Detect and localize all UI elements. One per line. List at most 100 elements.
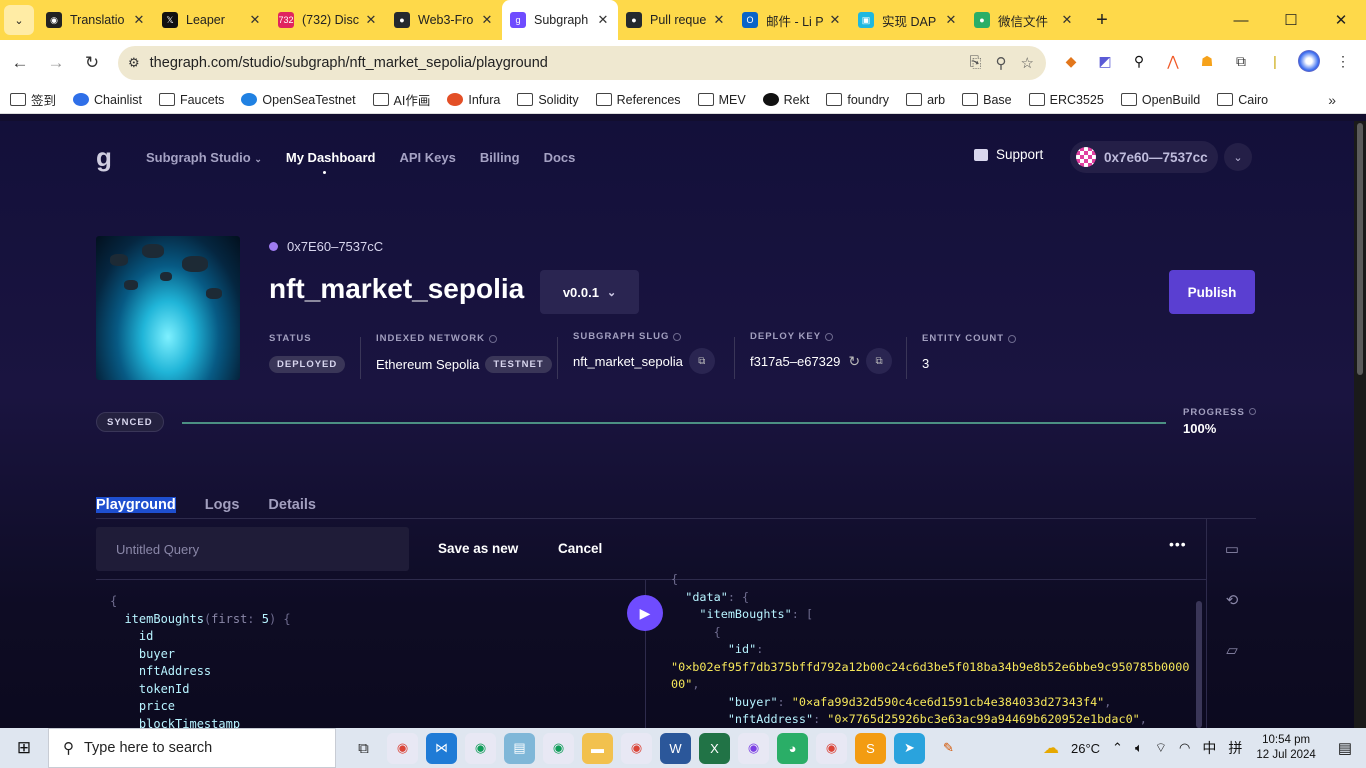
folder-icon[interactable]: ▱ <box>1222 641 1242 661</box>
results-scrollbar[interactable] <box>1196 601 1202 728</box>
tab-close-icon[interactable]: ✕ <box>364 12 378 28</box>
task-view-icon[interactable]: ⧉ <box>348 733 379 764</box>
chrome-icon[interactable]: ◉ <box>816 732 847 764</box>
wifi-icon[interactable]: ◠ <box>1179 740 1190 756</box>
metamask-icon[interactable]: ◆ <box>1060 50 1082 72</box>
chrome-icon[interactable]: ◉ <box>543 732 574 764</box>
tab-logs[interactable]: Logs <box>205 497 240 513</box>
tab-playground[interactable]: Playground <box>96 497 176 513</box>
browser-tab[interactable]: ● Web3-Fro ✕ <box>386 0 502 40</box>
paint-icon[interactable]: ✎ <box>933 732 964 764</box>
maximize-icon[interactable]: ☐ <box>1266 0 1316 40</box>
nav-api-keys[interactable]: API Keys <box>399 150 455 165</box>
clock[interactable]: 10:54 pm 12 Jul 2024 <box>1256 733 1315 763</box>
tab-close-icon[interactable]: ✕ <box>828 12 842 28</box>
bookmark-item[interactable]: MEV <box>697 93 746 107</box>
browser-tab[interactable]: 732 (732) Disc ✕ <box>270 0 386 40</box>
tab-close-icon[interactable]: ✕ <box>712 12 726 28</box>
temperature[interactable]: 26°C <box>1071 741 1100 756</box>
page-scrollbar-thumb[interactable] <box>1357 123 1363 375</box>
browser-tab[interactable]: ◉ Translatio ✕ <box>38 0 154 40</box>
chrome-icon[interactable]: ◉ <box>387 732 418 764</box>
taskbar-search-box[interactable]: ⚲ Type here to search <box>48 728 336 768</box>
bookmark-item[interactable]: References <box>595 93 681 107</box>
regenerate-key-icon[interactable]: ↻ <box>848 353 860 370</box>
bookmarks-overflow-icon[interactable]: » <box>1328 92 1336 108</box>
info-icon[interactable] <box>1248 408 1256 415</box>
volume-icon[interactable]: 🔈︎ <box>1135 740 1143 756</box>
browser-tab[interactable]: 𝕏 Leaper ✕ <box>154 0 270 40</box>
bookmark-item[interactable]: Solidity <box>517 93 579 107</box>
bookmark-item[interactable]: Rekt <box>762 93 809 107</box>
info-icon[interactable] <box>488 334 497 343</box>
bookmark-item[interactable]: Base <box>962 93 1012 107</box>
app-icon[interactable]: ▤ <box>504 732 535 764</box>
bookmark-item[interactable]: OpenSeaTestnet <box>241 93 356 107</box>
site-settings-icon[interactable]: ⚙ <box>128 55 140 71</box>
minimize-icon[interactable]: — <box>1216 0 1266 40</box>
bookmark-item[interactable]: Faucets <box>158 93 224 107</box>
nav-docs[interactable]: Docs <box>544 150 576 165</box>
tab-search-chevron-icon[interactable]: ⌄ <box>4 5 34 35</box>
extension-icon-2[interactable]: ◩ <box>1094 50 1116 72</box>
bookmark-item[interactable]: Infura <box>447 93 500 107</box>
copy-slug-icon[interactable]: ⧉ <box>688 348 715 374</box>
word-icon[interactable]: W <box>660 732 691 764</box>
extensions-puzzle-icon[interactable]: ⧉ <box>1230 50 1252 72</box>
query-editor[interactable]: { itemBoughts(first: 5) { id buyer nftAd… <box>110 593 291 728</box>
save-as-new-button[interactable]: Save as new <box>438 541 518 556</box>
bookmark-item[interactable]: 签到 <box>10 90 56 109</box>
tab-close-icon[interactable]: ✕ <box>1060 12 1074 28</box>
version-select[interactable]: v0.0.1 ⌄ <box>540 270 639 314</box>
info-icon[interactable] <box>825 332 834 341</box>
browser-tab[interactable]: g Subgraph ✕ <box>502 0 618 40</box>
more-options-icon[interactable]: ••• <box>1169 536 1187 552</box>
browser-tab[interactable]: ▣ 实现 DAP ✕ <box>850 0 966 40</box>
query-name-input[interactable]: Untitled Query <box>96 527 409 571</box>
bookmark-item[interactable]: AI作画 <box>372 90 430 109</box>
browser-tab[interactable]: O 邮件 - Li P ✕ <box>734 0 850 40</box>
bookmark-item[interactable]: foundry <box>826 93 889 107</box>
weather-icon[interactable]: ☁ <box>1043 738 1059 758</box>
network-icon[interactable]: ⌔ <box>1155 740 1167 756</box>
back-arrow-icon[interactable]: ← <box>2 45 38 81</box>
browser-tab[interactable]: ● Pull reque ✕ <box>618 0 734 40</box>
chrome-icon[interactable]: ◉ <box>621 732 652 764</box>
telegram-icon[interactable]: ➤ <box>894 732 925 764</box>
extension-icon-5[interactable]: ☗ <box>1196 50 1218 72</box>
chrome-icon[interactable]: ◉ <box>738 732 769 764</box>
close-window-icon[interactable]: ✕ <box>1316 0 1366 40</box>
tray-up-icon[interactable]: ⌃ <box>1112 740 1123 756</box>
info-icon[interactable] <box>1008 334 1017 343</box>
saved-queries-icon[interactable]: ▭ <box>1222 540 1242 560</box>
translate-icon[interactable]: ⎘ <box>970 54 982 72</box>
forward-arrow-icon[interactable]: → <box>38 45 74 81</box>
tab-close-icon[interactable]: ✕ <box>480 12 494 28</box>
bookmark-star-icon[interactable]: ☆ <box>1021 54 1034 72</box>
notifications-icon[interactable]: ▤ <box>1338 739 1352 757</box>
page-scrollbar[interactable] <box>1354 121 1366 728</box>
bookmark-item[interactable]: Cairo <box>1217 93 1268 107</box>
info-icon[interactable] <box>673 332 682 341</box>
extension-icon-3[interactable]: ⚲ <box>1128 50 1150 72</box>
tab-close-icon[interactable]: ✕ <box>944 12 958 28</box>
support-link[interactable]: Support <box>974 147 1043 162</box>
extension-icon-4[interactable]: ⋀ <box>1162 50 1184 72</box>
tab-close-icon[interactable]: ✕ <box>596 12 610 28</box>
run-query-play-icon[interactable]: ▶ <box>627 595 663 631</box>
chrome-icon[interactable]: ◉ <box>465 732 496 764</box>
excel-icon[interactable]: X <box>699 732 730 764</box>
account-button[interactable]: 0x7e60—7537cc <box>1070 141 1218 173</box>
file-explorer-icon[interactable]: ▬ <box>582 732 613 764</box>
bookmark-item[interactable]: OpenBuild <box>1120 93 1200 107</box>
reload-icon[interactable]: ↻ <box>74 45 110 81</box>
nav-billing[interactable]: Billing <box>480 150 520 165</box>
windows-start-icon[interactable]: ⊞ <box>0 728 48 768</box>
profile-avatar-icon[interactable] <box>1298 50 1320 72</box>
browser-tab[interactable]: ● 微信文件 ✕ <box>966 0 1082 40</box>
tab-close-icon[interactable]: ✕ <box>132 12 146 28</box>
cancel-button[interactable]: Cancel <box>558 541 602 556</box>
bookmark-item[interactable]: Chainlist <box>73 93 142 107</box>
bookmark-item[interactable]: ERC3525 <box>1028 93 1104 107</box>
copy-deploy-key-icon[interactable]: ⧉ <box>866 348 893 374</box>
